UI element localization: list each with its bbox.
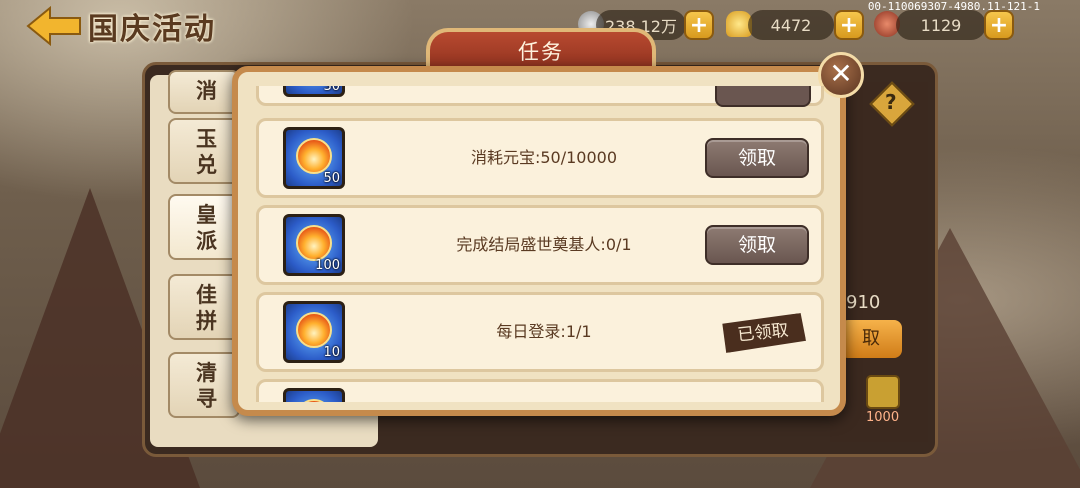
side-tab-3[interactable]: 皇 派 [168, 194, 240, 260]
task-description: 每日登录:1/1 [496, 322, 592, 341]
reward-item-icon [866, 375, 900, 409]
activity-claim-button[interactable]: 取 [840, 320, 902, 358]
claimed-stamp: 已领取 [720, 313, 807, 354]
add-silver-button[interactable]: + [684, 10, 714, 40]
side-tab-5[interactable]: 清 寻 [168, 352, 240, 418]
page-title: 国庆活动 [88, 12, 216, 47]
side-tab-4[interactable]: 佳 拼 [168, 274, 240, 340]
flame-icon [296, 138, 332, 174]
back-arrow-icon[interactable] [26, 6, 82, 46]
flame-icon [296, 225, 332, 261]
build-id: 00-110069307-4980.11-121-1 [867, 0, 1040, 13]
task-reward-icon: 100 [283, 214, 345, 276]
add-gold-button[interactable]: + [834, 10, 864, 40]
flame-icon [296, 399, 332, 402]
side-tab-2[interactable]: 玉 兑 [168, 118, 240, 184]
claim-button[interactable]: 领取 [705, 138, 809, 178]
claim-button[interactable]: 领取 [705, 225, 809, 265]
flame-icon [296, 312, 332, 348]
task-reward-count: 100 [315, 258, 340, 273]
task-description: 完成结局盛世奠基人:0/1 [456, 235, 632, 254]
currency-gold: 4472 [748, 10, 834, 40]
task-row [256, 379, 824, 402]
task-reward-count: 30 [323, 86, 340, 94]
task-list[interactable]: 30 50 消耗元宝:50/10000 领取 100 完成结局盛世奠基人:0/1… [250, 86, 830, 402]
claim-button[interactable] [715, 86, 811, 107]
task-reward-icon: 30 [283, 86, 345, 97]
task-row: 30 [256, 86, 824, 107]
side-tab-1[interactable]: 消 [168, 70, 240, 114]
activity-cost: 1000 [866, 410, 900, 425]
task-row: 10 每日登录:1/1 已领取 [256, 292, 824, 372]
task-reward-count: 50 [323, 171, 340, 186]
task-reward-icon: 50 [283, 127, 345, 189]
task-description: 消耗元宝:50/10000 [470, 148, 618, 167]
task-row: 50 消耗元宝:50/10000 领取 [256, 118, 824, 198]
dialog-title: 任务 [518, 40, 564, 64]
task-reward-icon [283, 388, 345, 402]
task-reward-icon: 10 [283, 301, 345, 363]
add-meat-button[interactable]: + [984, 10, 1014, 40]
currency-meat: 1129 [896, 10, 986, 40]
task-reward-count: 10 [323, 345, 340, 360]
task-row: 100 完成结局盛世奠基人:0/1 领取 [256, 205, 824, 285]
question-icon: ? [885, 90, 897, 114]
activity-amount: 910 [846, 292, 881, 313]
